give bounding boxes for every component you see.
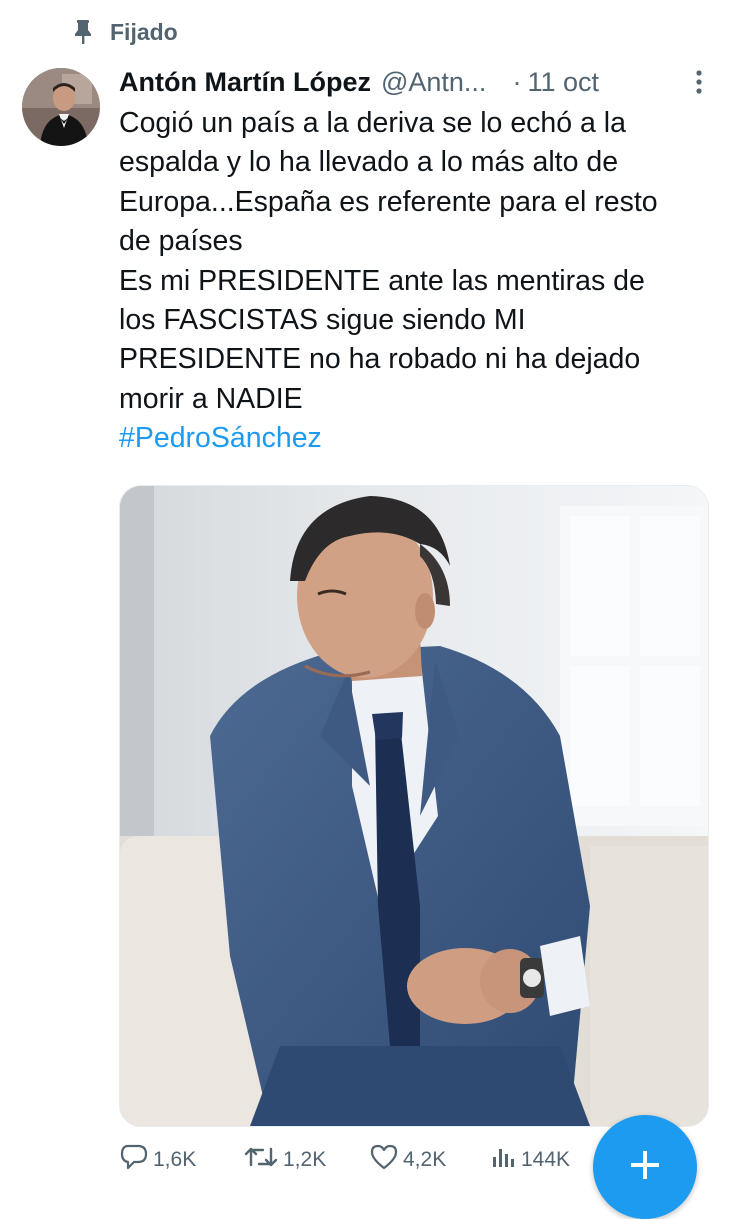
dot-separator: · [512,66,522,97]
tweet-media-photo[interactable] [119,485,709,1127]
heart-icon [369,1143,399,1177]
like-count: 4,2K [403,1148,447,1171]
tweet-text-line: PRESIDENTE no ha robado ni ha dejado [119,343,641,376]
plus-icon [625,1145,665,1190]
views-button[interactable]: 144K [489,1140,570,1180]
views-count: 144K [521,1148,571,1171]
reply-icon [119,1143,149,1177]
like-button[interactable]: 4,2K [369,1140,446,1180]
tweet-text-line: Es mi PRESIDENTE ante las mentiras de [119,264,645,297]
retweet-icon [243,1143,279,1177]
pinned-label: Fijado [110,18,178,45]
reply-count: 1,6K [153,1148,197,1171]
tweet-text-line: los FASCISTAS sigue siendo MI [119,304,526,337]
tweet-actions: 1,6K 1,2K 4,2K 144K [119,1140,639,1180]
author-handle[interactable]: @Antn... [381,67,486,98]
retweet-button[interactable]: 1,2K [243,1140,326,1180]
avatar[interactable] [22,68,100,146]
pin-icon [70,17,96,47]
pinned-indicator: Fijado [70,14,178,50]
retweet-count: 1,2K [283,1148,327,1171]
views-icon [489,1143,517,1177]
tweet-text-line: morir a NADIE [119,382,303,415]
tweet-text: Cogió un país a la deriva se lo echó a l… [119,104,709,419]
tweet-date[interactable]: 11 oct [527,67,599,98]
tweet-text-line: de países [119,225,243,258]
tweet-text-line: Cogió un país a la deriva se lo echó a l… [119,107,626,139]
hashtag-link[interactable]: #PedroSánchez [119,419,709,458]
author-name[interactable]: Antón Martín López [119,67,371,98]
more-vertical-icon[interactable] [687,68,711,96]
tweet-header: Antón Martín López @Antn... · 11 oct [119,60,709,104]
tweet-text-line: espalda y lo ha llevado a lo más alto de [119,146,619,179]
tweet-text-line: Europa...España es referente para el res… [119,185,658,218]
reply-button[interactable]: 1,6K [119,1140,196,1180]
compose-button[interactable] [593,1115,697,1219]
tweet[interactable]: Antón Martín López @Antn... · 11 oct Cog… [119,60,709,459]
